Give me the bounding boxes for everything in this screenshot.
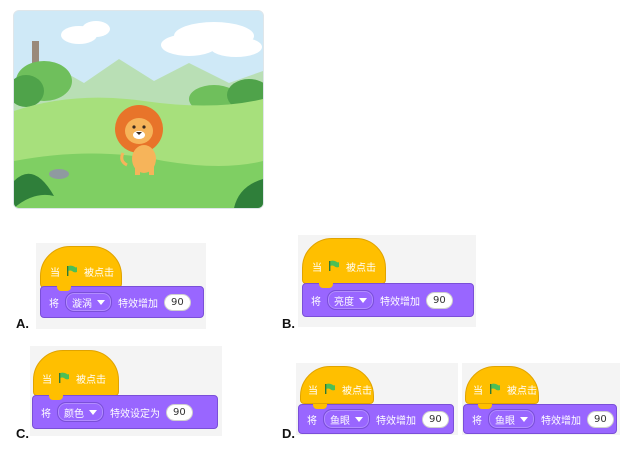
option-b-effect-block[interactable]: 将 亮度 特效增加 90 <box>302 283 474 317</box>
option-d-left-effect-block[interactable]: 将 鱼眼 特效增加 90 <box>298 404 454 434</box>
option-a-label: A. <box>16 316 29 331</box>
option-d-left-hat-row: 当 被点击 <box>302 381 372 397</box>
option-a-action: 特效增加 <box>118 298 158 310</box>
option-b-effect-value: 亮度 <box>334 296 354 308</box>
rock <box>49 169 69 179</box>
option-d-right-action: 特效增加 <box>541 415 581 427</box>
option-d-left-notch <box>313 404 327 409</box>
option-d-right-effect-dropdown[interactable]: 鱼眼 <box>488 409 535 429</box>
option-d-right-hat-clicked: 被点击 <box>507 385 537 397</box>
option-d-right-notch <box>478 404 492 409</box>
option-b-notch <box>319 283 333 288</box>
green-flag-icon <box>490 383 500 394</box>
option-a-effect-value: 漩涡 <box>72 298 92 310</box>
stage-preview <box>13 10 264 209</box>
option-d-left-hat-clicked: 被点击 <box>342 385 372 397</box>
option-a-notch <box>57 286 71 291</box>
option-d-right-number-input[interactable]: 90 <box>587 410 614 428</box>
option-c-effect-block[interactable]: 将 颜色 特效设定为 90 <box>32 395 218 429</box>
option-b-hat-row: 当 被点击 <box>306 257 376 275</box>
option-a-prefix: 将 <box>49 298 59 310</box>
green-flag-icon <box>329 260 339 271</box>
option-a-effect-block[interactable]: 将 漩涡 特效增加 90 <box>40 286 204 318</box>
option-d-right-hat-row: 当 被点击 <box>467 381 537 397</box>
option-c-prefix: 将 <box>41 408 51 420</box>
option-b-effect-dropdown[interactable]: 亮度 <box>327 290 374 310</box>
caret-down-icon <box>97 299 105 305</box>
option-c-hat-clicked: 被点击 <box>76 374 106 386</box>
option-d-right-effect-block[interactable]: 将 鱼眼 特效增加 90 <box>463 404 617 434</box>
caret-down-icon <box>520 416 528 422</box>
option-a-hat-row: 当 被点击 <box>44 262 114 280</box>
option-d-left-hat-when: 当 <box>308 385 318 397</box>
option-d-right-prefix: 将 <box>472 415 482 427</box>
green-flag-icon <box>67 265 77 276</box>
option-a-hat-when: 当 <box>50 267 60 279</box>
option-d-left-prefix: 将 <box>307 415 317 427</box>
option-c-effect-dropdown[interactable]: 颜色 <box>57 402 104 422</box>
option-d-left-effect-value: 鱼眼 <box>330 415 350 427</box>
green-flag-icon <box>59 372 69 383</box>
option-c-notch <box>49 395 63 400</box>
option-c-action: 特效设定为 <box>110 408 160 420</box>
option-b-label: B. <box>282 316 295 331</box>
option-a-hat-clicked: 被点击 <box>84 267 114 279</box>
option-a-effect-dropdown[interactable]: 漩涡 <box>65 292 112 312</box>
option-d-right-effect-value: 鱼眼 <box>495 415 515 427</box>
caret-down-icon <box>89 409 97 415</box>
option-c-effect-value: 颜色 <box>64 408 84 420</box>
option-c-hat-when: 当 <box>42 374 52 386</box>
option-b-action: 特效增加 <box>380 296 420 308</box>
option-d-left-effect-dropdown[interactable]: 鱼眼 <box>323 409 370 429</box>
option-c-hat-row: 当 被点击 <box>36 369 106 387</box>
option-c-number-input[interactable]: 90 <box>166 403 193 421</box>
option-b-prefix: 将 <box>311 296 321 308</box>
caret-down-icon <box>355 416 363 422</box>
green-flag-icon <box>325 383 335 394</box>
caret-down-icon <box>359 297 367 303</box>
option-a-number-input[interactable]: 90 <box>164 293 191 311</box>
stage-illustration <box>14 11 263 208</box>
option-b-hat-when: 当 <box>312 262 322 274</box>
option-d-left-action: 特效增加 <box>376 415 416 427</box>
option-b-number-input[interactable]: 90 <box>426 291 453 309</box>
option-b-hat-clicked: 被点击 <box>346 262 376 274</box>
option-d-right-hat-when: 当 <box>473 385 483 397</box>
option-d-label: D. <box>282 426 295 441</box>
option-d-left-number-input[interactable]: 90 <box>422 410 449 428</box>
option-c-label: C. <box>16 426 29 441</box>
